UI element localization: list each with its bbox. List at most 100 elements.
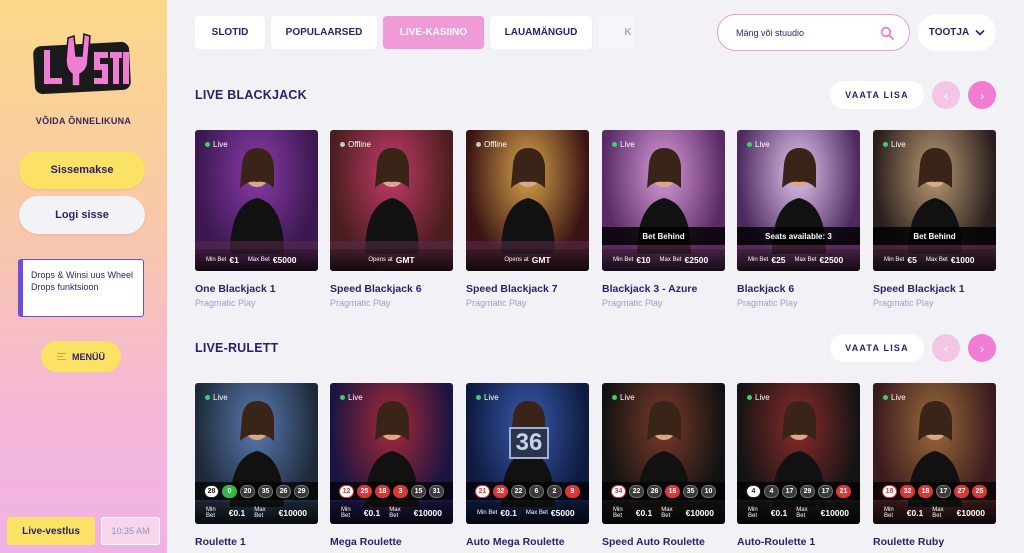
result-number: 27: [954, 484, 969, 498]
result-number: 20: [240, 484, 255, 498]
opens-label: Opens at: [504, 257, 529, 263]
max-bet-label: Max Bet: [796, 507, 808, 519]
tab-next[interactable]: K: [598, 16, 635, 49]
result-number: 31: [429, 484, 444, 498]
result-number: 26: [647, 484, 662, 498]
result-number: 0: [222, 484, 237, 498]
result-number: 32: [493, 484, 508, 498]
search-box[interactable]: [717, 14, 910, 51]
game-card[interactable]: Live 18 32 18 17 27 25 Min Bet €0.1 Max Bet €10000: [873, 383, 996, 524]
provider-dropdown[interactable]: TOOTJA: [918, 14, 996, 51]
search-icon[interactable]: [880, 26, 894, 40]
max-bet-label: Max Bet: [932, 507, 944, 519]
status-badge: Live: [607, 391, 641, 404]
min-bet-label: Min Bet: [206, 257, 227, 263]
tab-live-casino[interactable]: LIVE-KASIINO: [383, 16, 484, 49]
result-number: 35: [258, 484, 273, 498]
opens-time: GMT: [395, 255, 415, 265]
lusti-logo[interactable]: [30, 30, 134, 100]
opening-info: Opens at GMT: [466, 249, 589, 271]
game-title[interactable]: Blackjack 3 - Azure: [602, 283, 697, 295]
game-title[interactable]: Speed Blackjack 6: [330, 283, 422, 295]
game-card[interactable]: Live 28 0 20 35 26 29 Min Bet €0.1 Max Bet €10000: [195, 383, 318, 524]
result-number: 18: [918, 484, 933, 498]
game-title[interactable]: Auto Mega Roulette: [466, 536, 565, 548]
result-number: 9: [565, 484, 580, 498]
min-bet-value: €0.1: [770, 508, 788, 518]
game-card[interactable]: Offline Opens at GMT: [330, 130, 453, 271]
next-arrow-icon[interactable]: ›: [968, 334, 996, 362]
recent-results: 28 0 20 35 26 29: [195, 482, 318, 500]
recent-results: 34 22 26 16 35 10: [602, 482, 725, 500]
game-title[interactable]: Mega Roulette: [330, 536, 402, 548]
tab-slots[interactable]: SLOTID: [195, 16, 265, 49]
game-title[interactable]: Roulette 1: [195, 536, 246, 548]
bet-limits: Min Bet €10 Max Bet €2500: [602, 249, 725, 271]
game-title[interactable]: Speed Auto Roulette: [602, 536, 705, 548]
live-chat-button[interactable]: Live-vestlus: [7, 517, 95, 545]
max-bet-label: Max Bet: [661, 507, 673, 519]
min-bet-value: €25: [771, 255, 786, 265]
result-number: 3: [393, 484, 408, 498]
menu-label: MENÜÜ: [72, 351, 105, 362]
game-title[interactable]: Auto-Roulette 1: [737, 536, 815, 548]
min-bet-value: €5: [907, 255, 917, 265]
min-bet-label: Min Bet: [206, 507, 216, 519]
result-number: 29: [800, 484, 815, 498]
hamburger-icon: [57, 353, 66, 360]
game-card[interactable]: 36 Live 21 32 22 6 2 9 Min Bet €0.1 Max Bet €5000: [466, 383, 589, 524]
bet-limits: Min Bet €0.1 Max Bet €10000: [602, 502, 725, 524]
overlay-label: Seats available:: [765, 231, 826, 241]
opens-label: Opens at: [368, 257, 393, 263]
tagline: VÕIDA ÕNNELIKUNA: [35, 116, 132, 126]
promo-banner[interactable]: Drops & Winsi uus Wheel Drops funktsioon: [18, 259, 144, 317]
menu-button[interactable]: MENÜÜ: [41, 341, 121, 372]
dealer-image: [229, 148, 284, 254]
search-input[interactable]: [736, 27, 866, 38]
min-bet-value: €10: [636, 255, 651, 265]
game-card[interactable]: Live 4 4 17 29 17 21 Min Bet €0.1 Max Bet €10000: [737, 383, 860, 524]
game-provider: Pragmatic Play: [873, 298, 934, 308]
login-button[interactable]: Logi sisse: [19, 196, 145, 234]
next-arrow-icon[interactable]: ›: [968, 81, 996, 109]
game-card[interactable]: Live Seats available: 3 Min Bet €25 Max Bet €…: [737, 130, 860, 271]
prev-arrow-icon[interactable]: ‹: [932, 81, 960, 109]
game-title[interactable]: Speed Blackjack 1: [873, 283, 965, 295]
result-number: 18: [375, 484, 390, 498]
game-card[interactable]: Live Min Bet €1 Max Bet €5000: [195, 130, 318, 271]
tab-table-games[interactable]: LAUAMÄNGUD: [490, 16, 592, 49]
min-bet-value: €1: [229, 255, 239, 265]
prev-arrow-icon[interactable]: ‹: [932, 334, 960, 362]
game-card[interactable]: Offline Opens at GMT: [466, 130, 589, 271]
status-badge: Live: [200, 391, 234, 404]
game-title[interactable]: Speed Blackjack 7: [466, 283, 558, 295]
game-card[interactable]: Live 34 22 26 16 35 10 Min Bet €0.1 Max Bet €10000: [602, 383, 725, 524]
max-bet-label: Max Bet: [525, 510, 548, 516]
bet-limits: Min Bet €0.1 Max Bet €10000: [873, 502, 996, 524]
tab-popular[interactable]: POPULAARSED: [271, 16, 377, 49]
result-number: 21: [836, 484, 851, 498]
game-title[interactable]: One Blackjack 1: [195, 283, 276, 295]
status-badge: Live: [878, 391, 912, 404]
min-bet-value: €0.1: [906, 508, 924, 518]
see-more-roulette-button[interactable]: VAATA LISA: [830, 334, 924, 362]
game-title[interactable]: Blackjack 6: [737, 283, 794, 295]
min-bet-label: Min Bet: [477, 510, 498, 516]
game-title[interactable]: Roulette Ruby: [873, 536, 944, 548]
max-bet-value: €10000: [685, 508, 714, 518]
game-card[interactable]: Live Bet Behind Min Bet €10 Max Bet €2500: [602, 130, 725, 271]
game-card[interactable]: Live 12 25 18 3 15 31 Min Bet €0.1 Max Bet €10000: [330, 383, 453, 524]
status-badge: Live: [335, 391, 369, 404]
game-provider: Pragmatic Play: [602, 298, 663, 308]
result-number: 29: [294, 484, 309, 498]
deposit-button[interactable]: Sissemakse: [19, 151, 145, 189]
game-card[interactable]: Live Bet Behind Min Bet €5 Max Bet €1000: [873, 130, 996, 271]
max-bet-value: €1000: [950, 255, 975, 265]
recent-results: 18 32 18 17 27 25: [873, 482, 996, 500]
status-badge: Live: [878, 138, 912, 151]
min-bet-label: Min Bet: [884, 507, 894, 519]
result-number: 17: [782, 484, 797, 498]
min-bet-label: Min Bet: [748, 507, 758, 519]
recent-results: 21 32 22 6 2 9: [466, 482, 589, 500]
see-more-blackjack-button[interactable]: VAATA LISA: [830, 81, 924, 109]
